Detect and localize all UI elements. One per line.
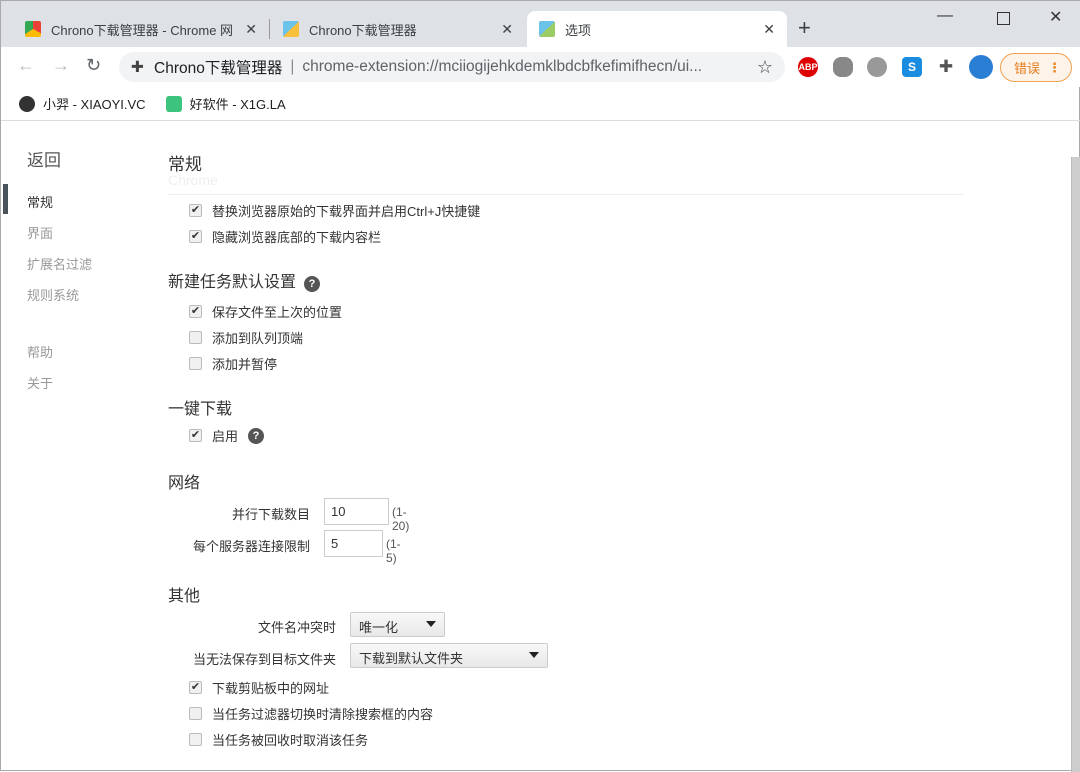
x1g-icon [165,95,182,112]
help-icon[interactable]: ? [248,427,265,444]
section-title-new-task: 新建任务默认设置? [168,268,321,292]
profile-avatar[interactable] [969,55,993,79]
dropdown-arrow-icon [529,652,539,658]
parallel-downloads-input[interactable]: 10 [324,498,389,525]
extension-s-icon[interactable]: S [902,57,922,77]
parallel-range-hint: (1-20) [392,505,410,533]
bookmark-star-icon[interactable]: ☆ [757,57,773,78]
back-link[interactable]: 返回 [27,146,61,171]
tab-strip: Chrono下载管理器 - Chrome 网 ✕ Chrono下载管理器 ✕ 选… [1,1,1080,47]
cannot-save-select[interactable]: 下载到默认文件夹 [350,643,548,668]
replace-download-ui-checkbox[interactable]: ✔ 替换浏览器原始的下载界面并启用Ctrl+J快捷键 [189,201,480,220]
extension-monkey-icon[interactable] [867,57,887,77]
one-click-enable-checkbox[interactable]: ✔ 启用? [189,426,265,445]
bookmarks-bar: 小羿 - XIAOYI.VC 好软件 - X1G.LA [1,87,1080,121]
tab-options[interactable]: 选项 ✕ [527,11,787,47]
menu-dots-icon: ⋮ [1048,59,1061,75]
section-title-one-click: 一键下载 [168,401,233,418]
maximize-icon[interactable] [997,12,1010,25]
bookmark-x1g[interactable]: 好软件 - X1G.LA [165,94,286,113]
section-title-other: 其他 [168,588,201,605]
per-server-range-hint: (1-5) [386,537,401,565]
scrollbar-thumb[interactable] [1071,157,1080,772]
error-button[interactable]: 错误 ⋮ [1000,53,1072,82]
section-subtitle: Chrome [168,172,218,188]
chrono-icon [283,21,299,37]
back-icon[interactable]: ← [17,55,35,76]
new-tab-icon[interactable]: + [798,15,811,41]
close-tab-icon[interactable]: ✕ [245,21,257,38]
conflict-select[interactable]: 唯一化 [350,612,445,637]
hide-download-shelf-checkbox[interactable]: ✔ 隐藏浏览器底部的下载内容栏 [189,227,381,246]
forward-icon[interactable]: → [52,55,70,76]
close-tab-icon[interactable]: ✕ [501,21,513,38]
sidebar-item-about[interactable]: 关于 [27,373,53,392]
sidebar-item-interface[interactable]: 界面 [27,223,53,242]
per-server-input[interactable]: 5 [324,530,383,557]
cancel-on-recycle-checkbox[interactable]: 当任务被回收时取消该任务 [189,730,368,749]
adblock-icon[interactable]: ABP [798,57,818,77]
reload-icon[interactable]: ↻ [86,55,101,76]
bookmark-xiaoyi[interactable]: 小羿 - XIAOYI.VC [19,94,146,113]
active-indicator [3,184,8,214]
tab-chrono[interactable]: Chrono下载管理器 ✕ [271,11,525,47]
sidebar-item-rules[interactable]: 规则系统 [27,285,79,304]
close-window-icon[interactable]: ✕ [1049,7,1062,27]
per-server-label: 每个服务器连接限制 [193,539,311,554]
divider [168,194,964,195]
add-to-queue-top-checkbox[interactable]: 添加到队列顶端 [189,328,303,347]
sidebar-item-extension-filter[interactable]: 扩展名过滤 [27,254,92,273]
tab-chrome-store[interactable]: Chrono下载管理器 - Chrome 网 ✕ [13,11,269,47]
sidebar-item-help[interactable]: 帮助 [27,342,53,361]
cannot-save-label: 当无法保存到目标文件夹 [193,652,337,667]
chrome-store-icon [25,21,41,37]
chrono-icon [539,21,555,37]
extension-shoe-icon[interactable] [833,57,853,77]
minimize-icon[interactable]: — [937,7,953,25]
address-bar[interactable]: ✚ Chrono下载管理器 | chrome-extension://mciio… [119,52,785,82]
clear-search-checkbox[interactable]: 当任务过滤器切换时清除搜索框的内容 [189,704,433,723]
download-clipboard-checkbox[interactable]: ✔ 下载剪贴板中的网址 [189,678,329,697]
avatar-icon [19,95,35,112]
toolbar: ← → ↻ ✚ Chrono下载管理器 | chrome-extension:/… [1,47,1080,87]
extensions-puzzle-icon[interactable]: ✚ [936,57,956,77]
close-tab-icon[interactable]: ✕ [763,21,775,38]
add-paused-checkbox[interactable]: 添加并暂停 [189,354,277,373]
dropdown-arrow-icon [426,621,436,627]
puzzle-icon: ✚ [131,58,144,76]
tab-separator [269,19,270,39]
conflict-label: 文件名冲突时 [258,620,337,635]
sidebar-item-general[interactable]: 常规 [27,192,53,211]
help-icon[interactable]: ? [304,276,321,292]
parallel-downloads-label: 并行下载数目 [231,507,310,522]
section-title-network: 网络 [168,475,201,492]
save-last-location-checkbox[interactable]: ✔ 保存文件至上次的位置 [189,302,342,321]
